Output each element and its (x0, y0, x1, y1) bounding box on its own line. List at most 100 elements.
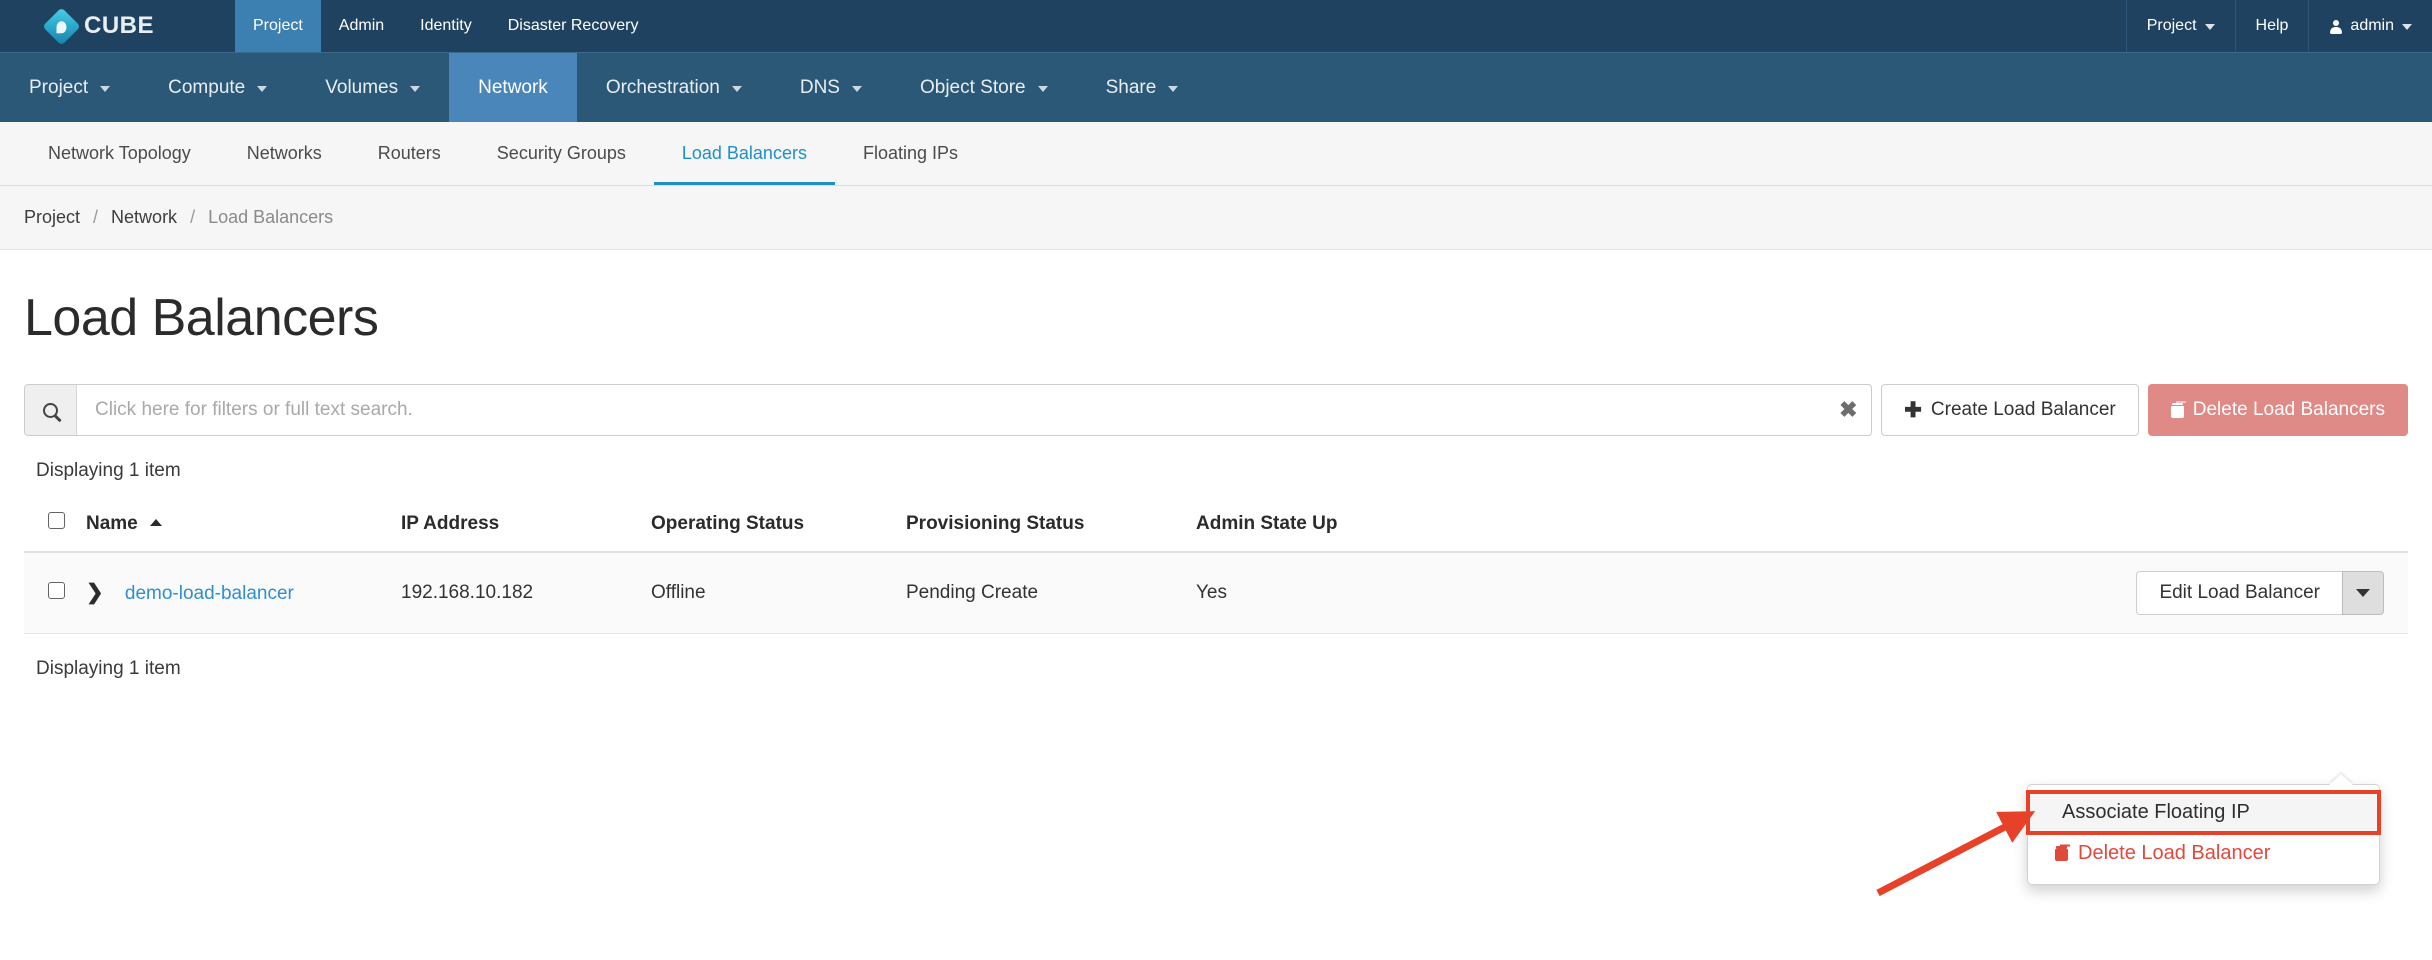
brand-logo[interactable]: CUBE (0, 0, 235, 52)
top-nav-item-identity[interactable]: Identity (402, 0, 490, 52)
breadcrumb-item-load-balancers: Load Balancers (208, 207, 334, 227)
trash-icon (2170, 402, 2184, 418)
create-load-balancer-button[interactable]: ✚ Create Load Balancer (1881, 384, 2139, 436)
brand-name: CUBE (84, 12, 155, 39)
nav-item-object-store-label: Object Store (919, 76, 1026, 98)
chevron-down-icon (851, 85, 862, 92)
annotation-arrow (1876, 811, 2036, 897)
column-header-operating-status[interactable]: Operating Status (651, 498, 906, 553)
subnav-network-topology[interactable]: Network Topology (20, 122, 219, 185)
search-box: ✖ (24, 384, 1873, 436)
select-all-header (24, 498, 86, 553)
breadcrumb-separator: / (190, 207, 196, 227)
subnav-networks[interactable]: Networks (219, 122, 350, 185)
network-subnav: Network Topology Networks Routers Securi… (0, 122, 2432, 186)
chevron-down-icon (100, 85, 111, 92)
row-actions-dropdown-toggle[interactable] (2342, 571, 2384, 615)
help-label: Help (2255, 17, 2289, 34)
plus-icon: ✚ (1904, 398, 1922, 422)
row-select-cell (24, 552, 86, 634)
column-header-name-label: Name (86, 512, 138, 534)
dropdown-item-delete-load-balancer-label: Delete Load Balancer (2078, 842, 2271, 864)
search-input[interactable] (77, 385, 1826, 435)
top-nav-item-admin[interactable]: Admin (321, 0, 402, 52)
nav-item-dns-label: DNS (799, 76, 840, 98)
caret-down-icon (2356, 589, 2370, 597)
cell-name: ❯ demo-load-balancer (86, 552, 401, 634)
help-link[interactable]: Help (2234, 0, 2309, 52)
chevron-down-icon (2204, 24, 2215, 30)
user-icon (2329, 20, 2342, 34)
cell-row-actions: Edit Load Balancer (1496, 552, 2408, 634)
search-icon (43, 402, 58, 418)
user-menu-label: admin (2350, 17, 2394, 34)
table-header-row: Name IP Address Operating Status Provisi… (24, 498, 2408, 553)
page-title: Load Balancers (24, 289, 379, 347)
chevron-down-icon (1037, 85, 1048, 92)
project-switcher[interactable]: Project (2125, 0, 2235, 52)
table-body: ❯ demo-load-balancer 192.168.10.182 Offl… (24, 552, 2408, 634)
item-count-top: Displaying 1 item (36, 460, 181, 481)
clear-search-button[interactable]: ✖ (1825, 385, 1871, 435)
nav-item-compute-label: Compute (168, 76, 246, 98)
breadcrumb: Project / Network / Load Balancers (0, 186, 2432, 250)
toolbar: ✖ ✚ Create Load Balancer Delete Load Bal… (24, 384, 2408, 436)
column-header-ip-address[interactable]: IP Address (401, 498, 651, 553)
chevron-down-icon (410, 85, 421, 92)
subnav-floating-ips[interactable]: Floating IPs (835, 122, 986, 185)
load-balancer-name-link[interactable]: demo-load-balancer (125, 583, 294, 604)
subnav-load-balancers[interactable]: Load Balancers (654, 122, 835, 185)
top-nav-item-disaster-recovery[interactable]: Disaster Recovery (490, 0, 657, 52)
nav-item-volumes[interactable]: Volumes (296, 53, 449, 122)
dropdown-item-delete-load-balancer[interactable]: Delete Load Balancer (2028, 833, 2379, 874)
breadcrumb-separator: / (93, 207, 99, 227)
column-header-name[interactable]: Name (86, 498, 401, 553)
subnav-security-groups[interactable]: Security Groups (469, 122, 654, 185)
nav-item-network[interactable]: Network (449, 53, 577, 122)
nav-item-compute[interactable]: Compute (139, 53, 296, 122)
nav-item-volumes-label: Volumes (325, 76, 399, 98)
project-switcher-label: Project (2146, 17, 2197, 34)
chevron-down-icon (2402, 24, 2412, 30)
sort-ascending-icon (150, 518, 163, 526)
nav-item-project-label: Project (29, 76, 89, 98)
subnav-routers[interactable]: Routers (350, 122, 469, 185)
select-all-checkbox[interactable] (48, 512, 65, 529)
search-icon-button[interactable] (25, 385, 77, 435)
row-select-checkbox[interactable] (48, 581, 65, 599)
table-head: Name IP Address Operating Status Provisi… (24, 498, 2408, 553)
create-load-balancer-label: Create Load Balancer (1930, 399, 2116, 420)
column-header-admin-state-up[interactable]: Admin State Up (1196, 498, 1496, 553)
nav-item-orchestration[interactable]: Orchestration (577, 53, 771, 122)
cell-admin-state-up: Yes (1196, 552, 1496, 634)
table-row: ❯ demo-load-balancer 192.168.10.182 Offl… (24, 552, 2408, 634)
top-nav-item-project[interactable]: Project (235, 0, 321, 52)
breadcrumb-item-project[interactable]: Project (24, 207, 80, 228)
column-header-actions (1496, 498, 2408, 553)
chevron-down-icon (731, 85, 742, 92)
row-action-split-button: Edit Load Balancer (2136, 571, 2384, 615)
nav-item-project[interactable]: Project (0, 53, 139, 122)
chevron-down-icon (257, 85, 268, 92)
load-balancers-table: Name IP Address Operating Status Provisi… (24, 498, 2408, 634)
delete-load-balancers-button[interactable]: Delete Load Balancers (2147, 384, 2408, 436)
dropdown-item-associate-floating-ip-label: Associate Floating IP (2062, 801, 2250, 823)
top-nav: Project Admin Identity Disaster Recovery (235, 0, 656, 52)
row-actions-dropdown-menu: Associate Floating IP Delete Load Balanc… (2026, 784, 2381, 885)
edit-load-balancer-button[interactable]: Edit Load Balancer (2136, 571, 2342, 615)
expand-row-icon[interactable]: ❯ (86, 582, 104, 603)
top-brand-bar: CUBE Project Admin Identity Disaster Rec… (0, 0, 2432, 52)
nav-item-object-store[interactable]: Object Store (891, 53, 1077, 122)
trash-icon (2055, 846, 2068, 861)
nav-item-share[interactable]: Share (1077, 53, 1208, 122)
user-menu[interactable]: admin (2308, 0, 2432, 52)
chevron-down-icon (1168, 85, 1179, 92)
top-right-group: Project Help admin (2125, 0, 2432, 52)
cube-diamond-logo-icon (42, 6, 81, 46)
breadcrumb-item-network[interactable]: Network (111, 207, 177, 228)
cell-provisioning-status: Pending Create (906, 552, 1196, 634)
dropdown-item-associate-floating-ip[interactable]: Associate Floating IP (2026, 790, 2381, 835)
primary-service-nav: Project Compute Volumes Network Orchestr… (0, 52, 2432, 122)
column-header-provisioning-status[interactable]: Provisioning Status (906, 498, 1196, 553)
nav-item-dns[interactable]: DNS (771, 53, 891, 122)
